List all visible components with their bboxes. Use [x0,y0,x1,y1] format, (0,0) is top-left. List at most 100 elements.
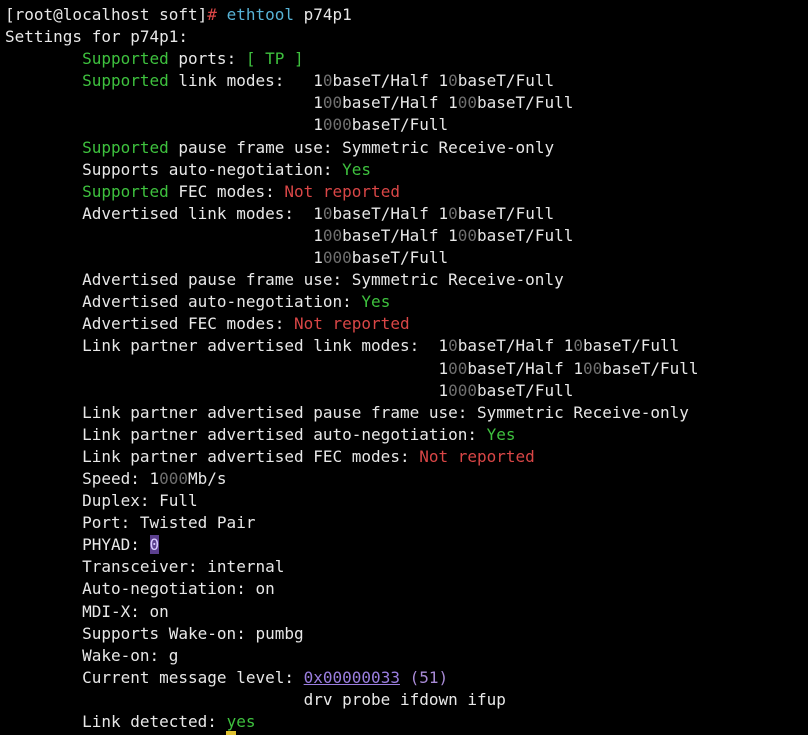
text-segment: 00 [322,225,343,245]
text-segment: (51) [409,667,449,687]
output-line: 100baseT/Half 100baseT/Full [5,225,808,247]
text-segment: Not reported [419,446,535,466]
text-segment [5,138,82,157]
text-segment: Transceiver: internal [5,557,285,577]
text-segment: Duplex: Full [5,491,198,511]
output-line: Advertised FEC modes: Not reported [5,313,808,335]
text-segment: baseT/Half 1 [342,93,458,113]
text-segment: [root@localhost soft] [5,5,208,24]
text-segment: Port: Twisted Pair [5,513,256,533]
output-line: Duplex: Full [5,490,808,512]
text-segment: baseT/Full [457,203,555,223]
output-line: Speed: 1000Mb/s [5,468,808,490]
text-segment: 1 [5,248,323,268]
text-segment: Mb/s [188,468,227,488]
text-segment [5,71,82,90]
text-segment: 0 [448,203,458,223]
text-segment: Supported [82,71,169,91]
text-segment: baseT/Full [457,71,555,91]
text-segment: 1 [5,93,323,113]
prompt-line: [root@localhost soft]# ethtool p74p1 [5,4,808,26]
text-segment: Link partner advertised pause frame use:… [5,402,689,422]
text-segment: 00 [457,93,478,113]
text-segment: 0 [322,71,333,91]
output-line: Auto-negotiation: on [5,578,808,600]
output-line: Port: Twisted Pair [5,512,808,534]
terminal-cursor [226,731,236,735]
text-segment [5,182,82,201]
text-segment: 000 [322,248,352,268]
text-segment: 000 [159,468,189,488]
text-segment: Supports Wake-on: pumbg [5,623,304,643]
output-line: Advertised auto-negotiation: Yes [5,291,808,313]
text-segment [5,49,82,68]
text-segment: Advertised link modes: 1 [5,203,323,223]
output-line: Supported FEC modes: Not reported [5,181,808,203]
text-segment: Settings for p74p1: [5,27,189,47]
text-segment: Supported [82,137,169,157]
text-segment: Supports auto-negotiation: [5,159,343,179]
text-segment: 1 [5,115,323,135]
text-segment: ports: [168,49,246,69]
text-segment: pause frame use: Symmetric Receive-only [168,137,555,157]
text-segment: 0 [149,535,160,555]
text-segment: baseT/Full [582,336,680,356]
text-segment: baseT/Half 1 [332,203,449,223]
text-segment: Link partner advertised link modes: 1 [5,336,449,356]
text-segment: 0 [448,71,458,91]
text-segment: drv probe ifdown ifup [5,689,506,709]
output-line: 1000baseT/Full [5,114,808,136]
text-segment: baseT/Full [602,358,699,378]
text-segment: baseT/Half 1 [467,358,583,378]
text-segment: PHYAD: [5,535,150,555]
output-line: Link detected: yes [5,711,808,733]
text-segment: Wake-on: g [5,645,179,665]
text-segment: 00 [322,93,343,113]
text-segment: Yes [361,292,391,312]
text-segment: Link partner advertised auto-negotiation… [5,424,487,444]
output-line: Link partner advertised auto-negotiation… [5,424,808,446]
text-segment: FEC modes: [168,181,285,201]
text-segment: Auto-negotiation: on [5,579,275,599]
text-segment [400,668,410,687]
output-line: PHYAD: 0 [5,534,808,556]
text-segment: yes [226,712,256,731]
text-segment: 000 [448,380,478,400]
text-segment: [ TP ] [245,49,304,69]
output-line: 1000baseT/Full [5,247,808,269]
text-segment: Supported [82,181,169,201]
text-segment: Advertised auto-negotiation: [5,292,362,312]
output-line: 100baseT/Half 100baseT/Full [5,358,808,380]
output-line: Supports auto-negotiation: Yes [5,159,808,181]
text-segment: baseT/Half 1 [332,71,449,91]
output-line: Link partner advertised pause frame use:… [5,402,808,424]
text-segment: baseT/Full [477,93,574,113]
output-line: MDI-X: on [5,601,808,623]
output-line: Supported pause frame use: Symmetric Rec… [5,137,808,159]
text-segment: 1 [5,225,323,245]
output-line: Advertised link modes: 10baseT/Half 10ba… [5,203,808,225]
output-line: Link partner advertised FEC modes: Not r… [5,446,808,468]
output-line: Wake-on: g [5,645,808,667]
output-line: 100baseT/Half 100baseT/Full [5,92,808,114]
output-line: Supported ports: [ TP ] [5,48,808,70]
text-segment: 00 [448,358,468,378]
text-segment: 0x00000033 [303,667,400,687]
text-segment: baseT/Full [351,248,449,268]
text-segment: 000 [322,115,352,135]
output-line: Settings for p74p1: [5,26,808,48]
terminal-output[interactable]: [root@localhost soft]# ethtool p74p1 Sett… [0,0,808,735]
text-segment: Current message level: [5,667,304,687]
text-segment: 0 [322,203,333,223]
text-segment: link modes: 1 [168,71,323,91]
output-line: Advertised pause frame use: Symmetric Re… [5,269,808,291]
output-line: 1000baseT/Full [5,380,808,402]
text-segment: 0 [573,336,583,356]
text-segment: Supported [82,49,169,69]
text-segment: Advertised pause frame use: Symmetric Re… [5,270,564,290]
text-segment: baseT/Full [351,115,449,135]
output-line: drv probe ifdown ifup [5,689,808,711]
text-segment: Link detected: [5,712,227,731]
text-segment: ethtool [226,5,304,24]
text-segment: 1 [5,380,449,400]
